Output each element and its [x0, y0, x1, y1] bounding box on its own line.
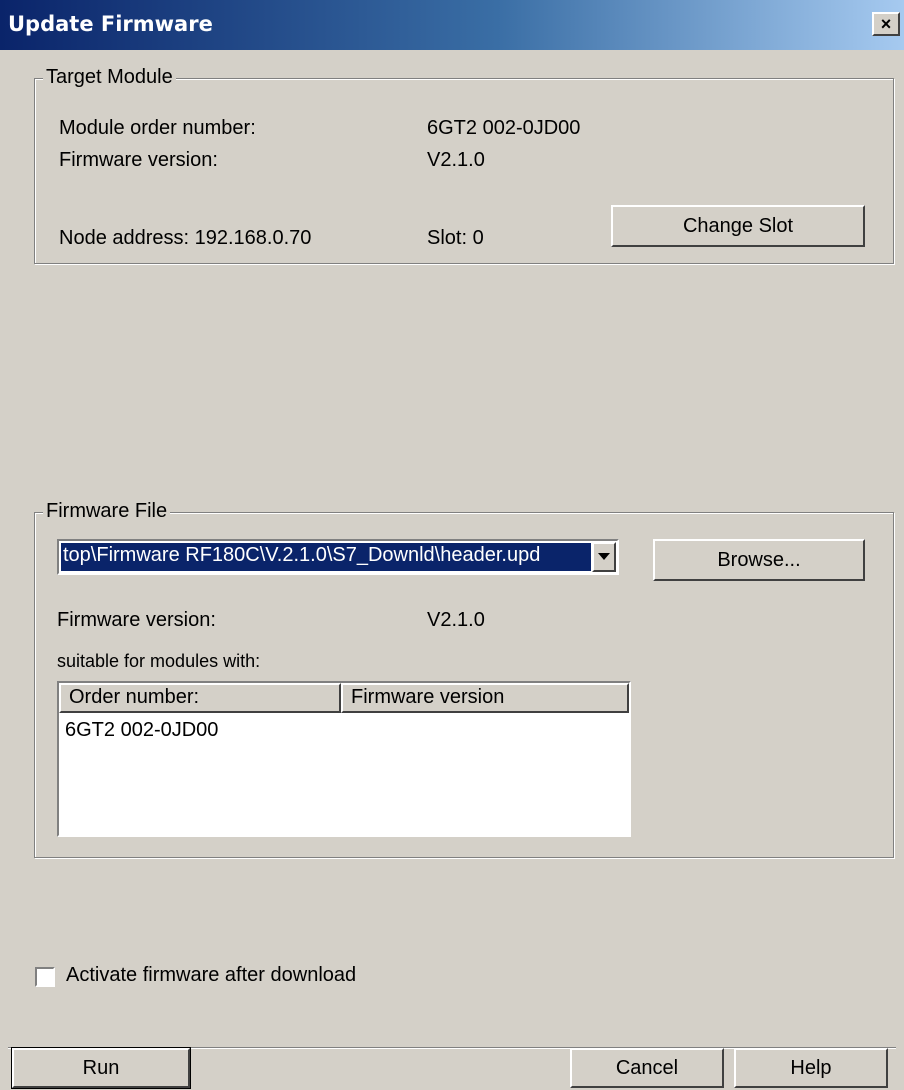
firmware-path-combobox[interactable]: top\Firmware RF180C\V.2.1.0\S7_Downld\he…: [57, 539, 619, 575]
suitable-modules-list[interactable]: Order number: Firmware version 6GT2 002-…: [57, 681, 631, 837]
file-firmware-version-value: V2.1.0: [427, 609, 485, 631]
close-icon: ×: [880, 14, 892, 34]
chevron-down-icon: [598, 553, 610, 560]
list-item[interactable]: 6GT2 002-0JD00: [65, 719, 218, 742]
activate-firmware-label: Activate firmware after download: [66, 964, 357, 986]
target-module-group: Target Module Module order number: 6GT2 …: [34, 66, 894, 264]
firmware-path-value: top\Firmware RF180C\V.2.1.0\S7_Downld\he…: [61, 543, 591, 571]
window-title: Update Firmware: [8, 12, 213, 36]
module-order-number-label: Module order number:: [59, 117, 256, 139]
firmware-file-legend: Firmware File: [43, 500, 171, 523]
module-order-number-value: 6GT2 002-0JD00: [427, 117, 581, 139]
close-button[interactable]: ×: [872, 12, 900, 36]
title-bar: Update Firmware ×: [0, 0, 904, 50]
change-slot-button[interactable]: Change Slot: [611, 205, 865, 247]
column-header-firmware-version[interactable]: Firmware version: [341, 683, 629, 713]
module-firmware-version-label: Firmware version:: [59, 149, 218, 171]
target-module-legend: Target Module: [43, 66, 176, 89]
slot-value: Slot: 0: [427, 227, 484, 249]
suitable-modules-label: suitable for modules with:: [57, 651, 261, 671]
browse-button[interactable]: Browse...: [653, 539, 865, 581]
firmware-file-group: Firmware File top\Firmware RF180C\V.2.1.…: [34, 500, 894, 858]
module-firmware-version-value: V2.1.0: [427, 149, 485, 171]
run-button[interactable]: Run: [11, 1047, 191, 1089]
activate-firmware-checkbox[interactable]: [35, 967, 55, 987]
cancel-button[interactable]: Cancel: [570, 1048, 724, 1088]
help-button[interactable]: Help: [734, 1048, 888, 1088]
file-firmware-version-label: Firmware version:: [57, 609, 216, 631]
dropdown-button[interactable]: [592, 542, 616, 572]
list-header: Order number: Firmware version: [59, 683, 629, 713]
column-header-order-number[interactable]: Order number:: [59, 683, 341, 713]
node-address: Node address: 192.168.0.70: [59, 227, 312, 249]
